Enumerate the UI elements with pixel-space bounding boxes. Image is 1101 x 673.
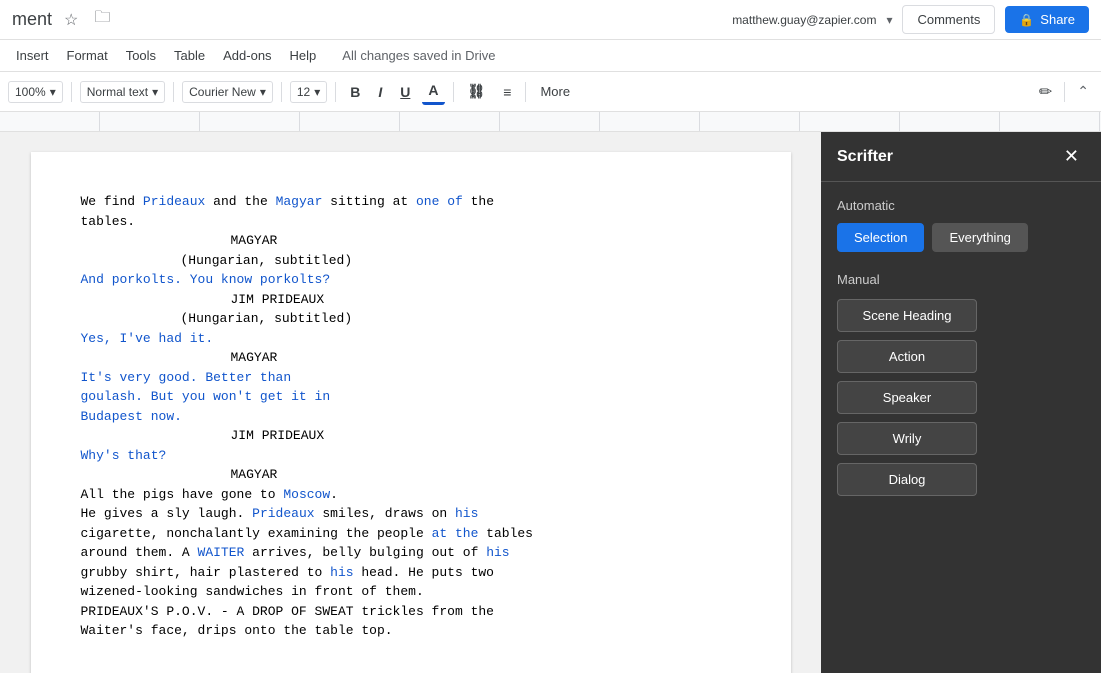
scene-heading-button[interactable]: Scene Heading [837,299,977,332]
menu-format[interactable]: Format [59,44,116,67]
zoom-select[interactable]: 100% ▾ [8,81,63,103]
doc-line: We find Prideaux and the Magyar sitting … [81,192,741,212]
menu-insert[interactable]: Insert [8,44,57,67]
collapse-toolbar-button[interactable]: ⌃ [1073,79,1093,104]
doc-line: (Hungarian, subtitled) [181,309,741,329]
list-button[interactable]: ≡ [497,80,517,104]
bold-button[interactable]: B [344,80,366,104]
font-value: Courier New [189,85,256,99]
doc-line: Waiter's face, drips onto the table top. [81,621,741,641]
doc-line: JIM PRIDEAUX [231,290,741,310]
star-icon[interactable]: ☆ [60,6,82,34]
ruler [0,112,1101,132]
selection-button[interactable]: Selection [837,223,924,252]
speaker-button[interactable]: Speaker [837,381,977,414]
manual-buttons: Scene Heading Action Speaker Wrily Dialo… [837,299,1085,496]
action-button[interactable]: Action [837,340,977,373]
dropdown-icon: ▾ [886,13,892,27]
menu-bar: Insert Format Tools Table Add-ons Help A… [0,40,1101,72]
lock-icon: 🔒 [1019,13,1034,27]
wrily-button[interactable]: Wrily [837,422,977,455]
more-button[interactable]: More [534,80,576,103]
top-bar: ment ☆ 🗀 matthew.guay@zapier.com ▾ Comme… [0,0,1101,40]
share-label: Share [1040,12,1075,27]
toolbar-divider-5 [453,82,454,102]
size-select[interactable]: 12 ▾ [290,81,327,103]
style-select[interactable]: Normal text ▾ [80,81,165,103]
style-value: Normal text [87,85,148,99]
doc-line: And porkolts. You know porkolts? [81,270,741,290]
user-email: matthew.guay@zapier.com [732,13,876,27]
doc-line: goulash. But you won't get it in [81,387,741,407]
manual-label: Manual [837,272,1085,287]
doc-line: JIM PRIDEAUX [231,426,741,446]
font-select[interactable]: Courier New ▾ [182,81,273,103]
zoom-dropdown-icon: ▾ [50,85,56,99]
doc-line: wizened-looking sandwiches in front of t… [81,582,741,602]
pen-button[interactable]: ✏ [1035,78,1056,106]
ruler-background [0,112,1101,131]
doc-line: It's very good. Better than [81,368,741,388]
size-dropdown-icon: ▾ [314,85,320,99]
sidebar-body: Automatic Selection Everything Manual Sc… [821,182,1101,512]
sidebar-close-button[interactable]: ✕ [1058,144,1085,169]
dialog-button[interactable]: Dialog [837,463,977,496]
share-button[interactable]: 🔒 Share [1005,6,1089,33]
doc-line: All the pigs have gone to Moscow. [81,485,741,505]
link-button[interactable]: ⛓ [462,79,492,104]
toolbar-divider-6 [525,82,526,102]
main-area: We find Prideaux and the Magyar sitting … [0,132,1101,673]
doc-line: grubby shirt, hair plastered to his head… [81,563,741,583]
toolbar-divider-1 [71,82,72,102]
toolbar-divider-2 [173,82,174,102]
save-status: All changes saved in Drive [342,48,495,63]
doc-line: MAGYAR [231,348,741,368]
doc-line: around them. A WAITER arrives, belly bul… [81,543,741,563]
toolbar-divider-4 [335,82,336,102]
sidebar-header: Scrifter ✕ [821,132,1101,182]
comments-button[interactable]: Comments [902,5,995,34]
doc-line: tables. [81,212,741,232]
automatic-label: Automatic [837,198,1085,213]
style-dropdown-icon: ▾ [152,85,158,99]
top-bar-left: ment ☆ 🗀 [12,2,114,37]
menu-table[interactable]: Table [166,44,213,67]
doc-line: MAGYAR [231,231,741,251]
font-color-button[interactable]: A [422,78,444,105]
toolbar: 100% ▾ Normal text ▾ Courier New ▾ 12 ▾ … [0,72,1101,112]
doc-line: MAGYAR [231,465,741,485]
toolbar-divider-7 [1064,82,1065,102]
doc-line: Budapest now. [81,407,741,427]
folder-icon[interactable]: 🗀 [90,2,114,37]
top-bar-right: matthew.guay@zapier.com ▾ Comments 🔒 Sha… [732,5,1089,34]
doc-title: ment [12,9,52,30]
zoom-value: 100% [15,85,46,99]
menu-addons[interactable]: Add-ons [215,44,279,67]
doc-line: Yes, I've had it. [81,329,741,349]
font-dropdown-icon: ▾ [260,85,266,99]
doc-line: He gives a sly laugh. Prideaux smiles, d… [81,504,741,524]
sidebar-title: Scrifter [837,148,893,166]
document-area[interactable]: We find Prideaux and the Magyar sitting … [0,132,821,673]
doc-line: cigarette, nonchalantly examining the pe… [81,524,741,544]
automatic-buttons: Selection Everything [837,223,1085,252]
size-value: 12 [297,85,310,99]
doc-line: PRIDEAUX'S P.O.V. - A DROP OF SWEAT tric… [81,602,741,622]
menu-help[interactable]: Help [282,44,325,67]
underline-button[interactable]: U [394,80,416,104]
toolbar-divider-3 [281,82,282,102]
document-page[interactable]: We find Prideaux and the Magyar sitting … [31,152,791,673]
menu-tools[interactable]: Tools [118,44,164,67]
italic-button[interactable]: I [372,80,388,104]
doc-line: (Hungarian, subtitled) [181,251,741,271]
sidebar: Scrifter ✕ Automatic Selection Everythin… [821,132,1101,673]
everything-button[interactable]: Everything [932,223,1027,252]
doc-line: Why's that? [81,446,741,466]
